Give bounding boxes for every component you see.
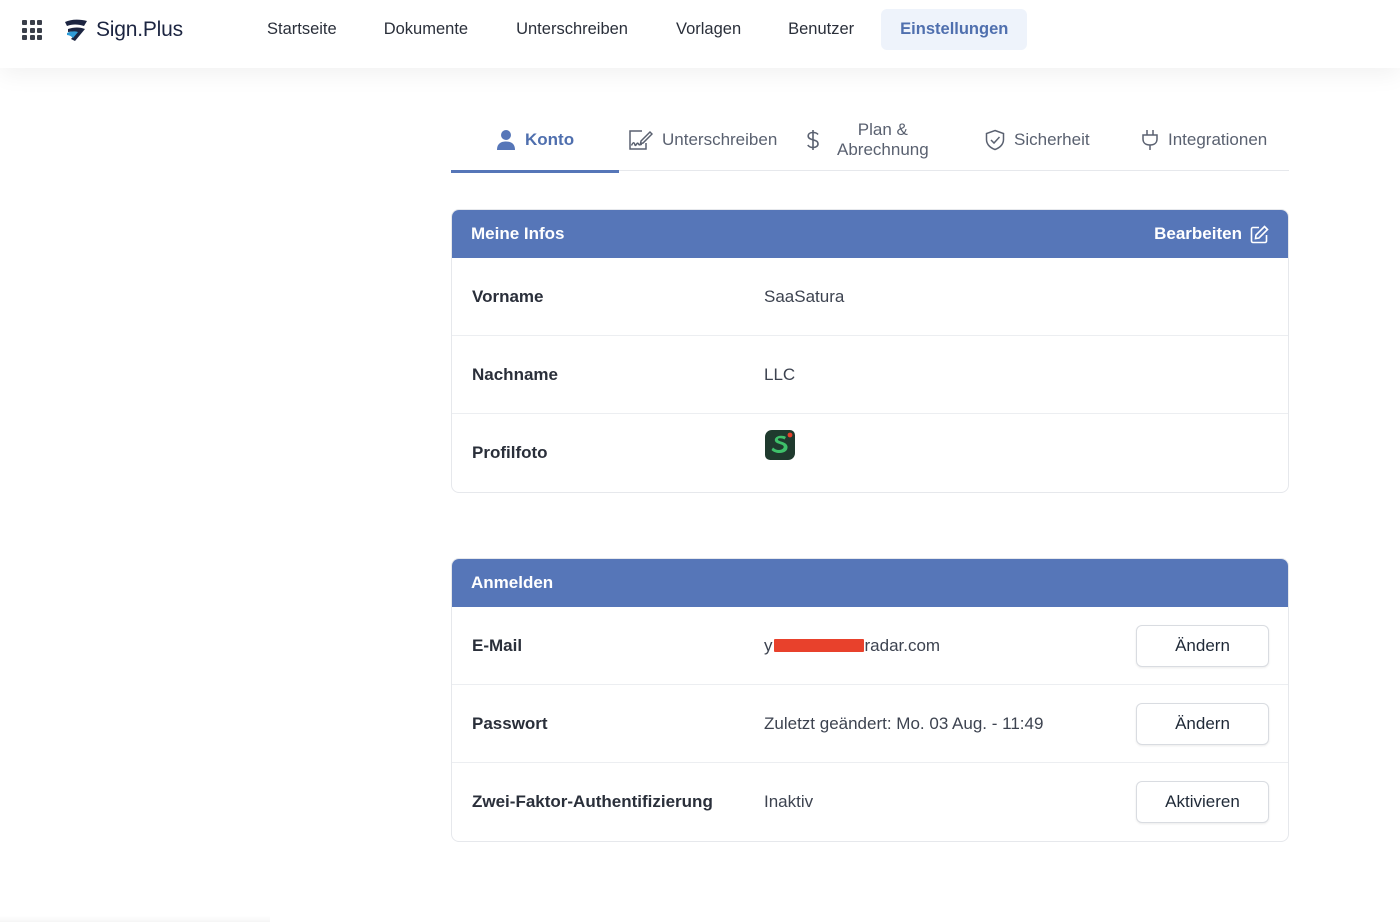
info-row-nachname: Nachname LLC bbox=[452, 336, 1288, 414]
plug-icon bbox=[1142, 129, 1158, 150]
nachname-label: Nachname bbox=[472, 364, 558, 384]
shield-check-icon bbox=[985, 129, 1005, 150]
login-card: Anmelden E-Mail y radar.com Ändern Passwo… bbox=[451, 558, 1289, 842]
tab-sicherheit[interactable]: Sicherheit bbox=[985, 108, 1090, 171]
nav-item-vorlagen[interactable]: Vorlagen bbox=[657, 9, 760, 50]
nav-item-benutzer[interactable]: Benutzer bbox=[769, 9, 873, 50]
app-grid-icon[interactable] bbox=[22, 20, 42, 40]
tab-konto-label: Konto bbox=[525, 129, 575, 149]
bottom-shadow bbox=[0, 916, 270, 922]
2fa-status: Inaktiv bbox=[764, 792, 814, 811]
dollar-icon bbox=[807, 129, 819, 150]
tab-plan-label-line1: Plan & bbox=[857, 119, 908, 139]
vorname-value: SaaSatura bbox=[764, 286, 845, 306]
profilfoto-label: Profilfoto bbox=[472, 443, 548, 462]
sign-plus-logo-icon bbox=[65, 19, 87, 41]
active-tab-indicator bbox=[451, 170, 619, 173]
nav-item-einstellungen[interactable]: Einstellungen bbox=[881, 9, 1028, 50]
tab-unterschreiben[interactable]: Unterschreiben bbox=[627, 108, 777, 171]
nav-item-unterschreiben[interactable]: Unterschreiben bbox=[497, 9, 647, 50]
tab-unterschreiben-label: Unterschreiben bbox=[662, 129, 778, 149]
login-row-passwort: Passwort Zuletzt geändert: Mo. 03 Aug. -… bbox=[452, 685, 1288, 763]
brand-name: Sign.Plus bbox=[96, 18, 183, 41]
settings-tabs: Konto Unterschreiben Plan & Abrechnung S… bbox=[451, 108, 1289, 173]
brand-logo[interactable]: Sign.Plus bbox=[62, 15, 183, 45]
login-card-header: Anmelden bbox=[452, 559, 1288, 607]
tab-integrationen-label: Integrationen bbox=[1168, 129, 1268, 149]
info-row-profilfoto: Profilfoto bbox=[452, 414, 1288, 492]
nachname-value: LLC bbox=[764, 364, 796, 384]
nav-item-startseite[interactable]: Startseite bbox=[248, 9, 356, 50]
main-nav: Startseite Dokumente Unterschreiben Vorl… bbox=[248, 9, 1028, 50]
tab-konto[interactable]: Konto bbox=[451, 108, 619, 173]
profile-photo-avatar[interactable] bbox=[764, 429, 796, 461]
sign-document-icon bbox=[629, 129, 653, 150]
edit-icon bbox=[1250, 224, 1269, 243]
login-row-email: E-Mail y radar.com Ändern bbox=[452, 607, 1288, 685]
tab-sicherheit-label: Sicherheit bbox=[1014, 129, 1090, 149]
login-row-2fa: Zwei-Faktor-Authentifizierung Inaktiv Ak… bbox=[452, 763, 1288, 841]
passwort-value: Zuletzt geändert: Mo. 03 Aug. - 11:49 bbox=[764, 713, 1044, 733]
login-title: Anmelden bbox=[471, 573, 554, 592]
tab-integrationen[interactable]: Integrationen bbox=[1141, 108, 1267, 171]
edit-button-label: Bearbeiten bbox=[1154, 224, 1242, 243]
change-email-button[interactable]: Ändern bbox=[1136, 624, 1269, 667]
my-info-card-header: Meine Infos Bearbeiten bbox=[452, 210, 1288, 258]
activate-2fa-button[interactable]: Aktivieren bbox=[1136, 781, 1269, 823]
email-value-suffix: radar.com bbox=[864, 635, 941, 655]
email-redaction bbox=[773, 638, 864, 652]
vorname-label: Vorname bbox=[472, 286, 544, 306]
email-label: E-Mail bbox=[472, 635, 523, 655]
info-row-vorname: Vorname SaaSatura bbox=[452, 258, 1288, 336]
change-password-button[interactable]: Ändern bbox=[1136, 702, 1269, 745]
email-value: y radar.com bbox=[764, 636, 940, 656]
email-value-prefix: y bbox=[764, 635, 773, 655]
tab-plan-abrechnung-label: Plan & Abrechnung bbox=[837, 120, 929, 160]
tab-plan-label-line2: Abrechnung bbox=[837, 139, 929, 159]
my-info-title: Meine Infos bbox=[471, 224, 565, 243]
2fa-label: Zwei-Faktor-Authentifizierung bbox=[472, 792, 713, 811]
user-icon bbox=[497, 129, 515, 150]
tab-plan-abrechnung[interactable]: Plan & Abrechnung bbox=[806, 108, 929, 171]
passwort-label: Passwort bbox=[472, 713, 548, 733]
nav-item-dokumente[interactable]: Dokumente bbox=[365, 9, 487, 50]
my-info-card: Meine Infos Bearbeiten Vorname SaaSatura… bbox=[451, 209, 1289, 493]
top-bar: Sign.Plus Startseite Dokumente Unterschr… bbox=[0, 0, 1400, 68]
edit-button[interactable]: Bearbeiten bbox=[1154, 224, 1269, 244]
